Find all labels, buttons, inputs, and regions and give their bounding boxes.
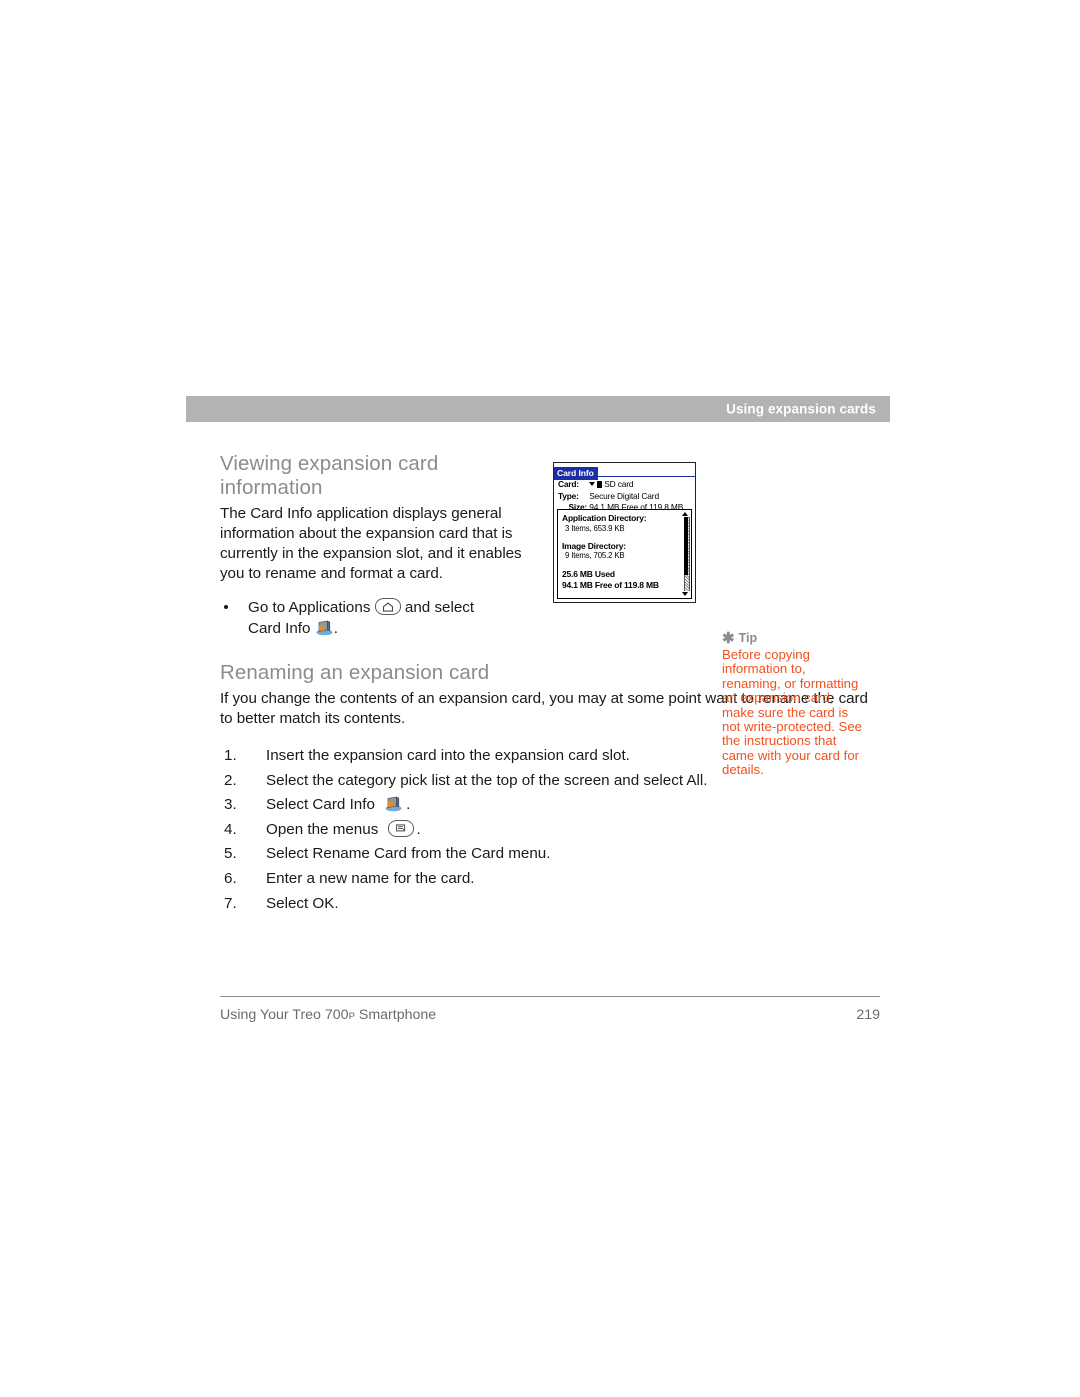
step-text: Select the category pick list at the top… [266,771,708,789]
device-field-label: Card: [558,479,579,489]
running-header-bar: Using expansion cards [186,396,890,422]
device-field-type: Type: Secure Digital Card [558,491,692,503]
left-text-column: Viewing expansion card information The C… [220,452,540,639]
list-item: 5. Select Rename Card from the Card menu… [220,843,880,865]
footer-book-title-part1: Using Your Treo 700 [220,1007,349,1024]
step-number: 2. [224,771,237,789]
device-directory-list: Application Directory: 3 Items, 653.9 KB… [557,509,692,599]
directory-details: 3 Items, 653.9 KB [565,523,625,533]
step-number: 1. [224,747,237,765]
directory-name: Image Directory: [562,540,626,551]
list-item: Image Directory: 9 Items, 705.2 KB [562,541,687,562]
step-number: 5. [224,845,237,863]
tip-heading: ✱ Tip [722,630,862,646]
menu-button-icon [387,819,414,837]
footer-book-title-part2: Smartphone [354,1007,437,1024]
device-field-label: Type: [558,490,579,501]
device-title-bar: Card Info [554,463,695,480]
step-text: Select Card Info [266,796,375,814]
list-item: 6. Enter a new name for the card. [220,868,880,890]
step-number: 4. [224,820,237,838]
device-field-value: Secure Digital Card [589,490,659,501]
card-info-device-screenshot: Card Info Card: SD card Type: Secure Dig… [553,462,696,603]
list-item: Application Directory: 3 Items, 653.9 KB [562,513,687,534]
bullet-dot-icon [224,605,228,610]
step-text: Select OK. [266,894,339,912]
step-text-after: . [416,820,421,838]
footer-divider [220,996,880,998]
picklist-caret-icon[interactable] [589,481,596,486]
list-item: 4. Open the menus . [220,819,880,841]
tip-body-text: Before copying information to, renaming,… [722,647,863,778]
storage-used: 25.6 MB Used [562,569,615,579]
bullet-list: Go to Applications and select Card Info [220,598,540,638]
directory-details: 9 Items, 705.2 KB [565,551,625,560]
bullet-text-middle: and select [404,599,475,617]
footer-row: Using Your Treo 700P Smartphone 219 [220,1006,880,1026]
tip-sidebar: ✱ Tip Before copying information to, rena… [722,630,862,778]
scrollbar[interactable] [682,512,690,596]
list-item: Go to Applications and select Card Info [220,598,540,638]
scrollbar-thumb[interactable] [683,517,688,575]
bullet-text-line2: Card Info [248,619,311,637]
device-field-value[interactable]: SD card [604,479,633,489]
step-text: Enter a new name for the card. [266,869,475,887]
step-number: 3. [224,796,237,814]
list-item: 7. Select OK. [220,893,880,915]
card-info-icon [315,620,334,636]
tip-label: Tip [738,631,758,645]
step-text: Select Rename Card from the Card menu. [266,845,551,863]
scroll-down-arrow-icon[interactable] [682,592,688,596]
section-paragraph-viewing: The Card Info application displays gener… [220,504,522,583]
scroll-up-arrow-icon[interactable] [682,512,688,516]
sd-card-glyph-icon [597,480,603,488]
directory-name: Application Directory: [562,513,647,523]
device-storage-summary: 25.6 MB Used 94.1 MB Free of 119.8 MB [562,569,687,590]
device-field-card: Card: SD card [558,479,692,491]
bullet-text-after: . [333,619,338,637]
bullet-text-before: Go to Applications [248,599,371,617]
step-number: 6. [224,869,237,887]
running-header-title: Using expansion cards [726,401,876,417]
storage-free: 94.1 MB Free of 119.8 MB [562,579,659,590]
card-info-icon [384,796,403,812]
page-footer: Using Your Treo 700P Smartphone 219 [220,996,880,1026]
step-text-after: . [406,796,411,814]
page-title: Viewing expansion card information [220,452,439,499]
list-item: 3. Select Card Info . [220,794,880,816]
step-text: Insert the expansion card into the expan… [266,747,630,765]
asterisk-icon: ✱ [722,630,735,647]
page-number: 219 [856,1007,880,1024]
step-number: 7. [224,894,237,912]
step-text: Open the menus [266,820,379,838]
device-app-title: Card Info [554,467,598,480]
applications-home-icon [374,598,401,616]
